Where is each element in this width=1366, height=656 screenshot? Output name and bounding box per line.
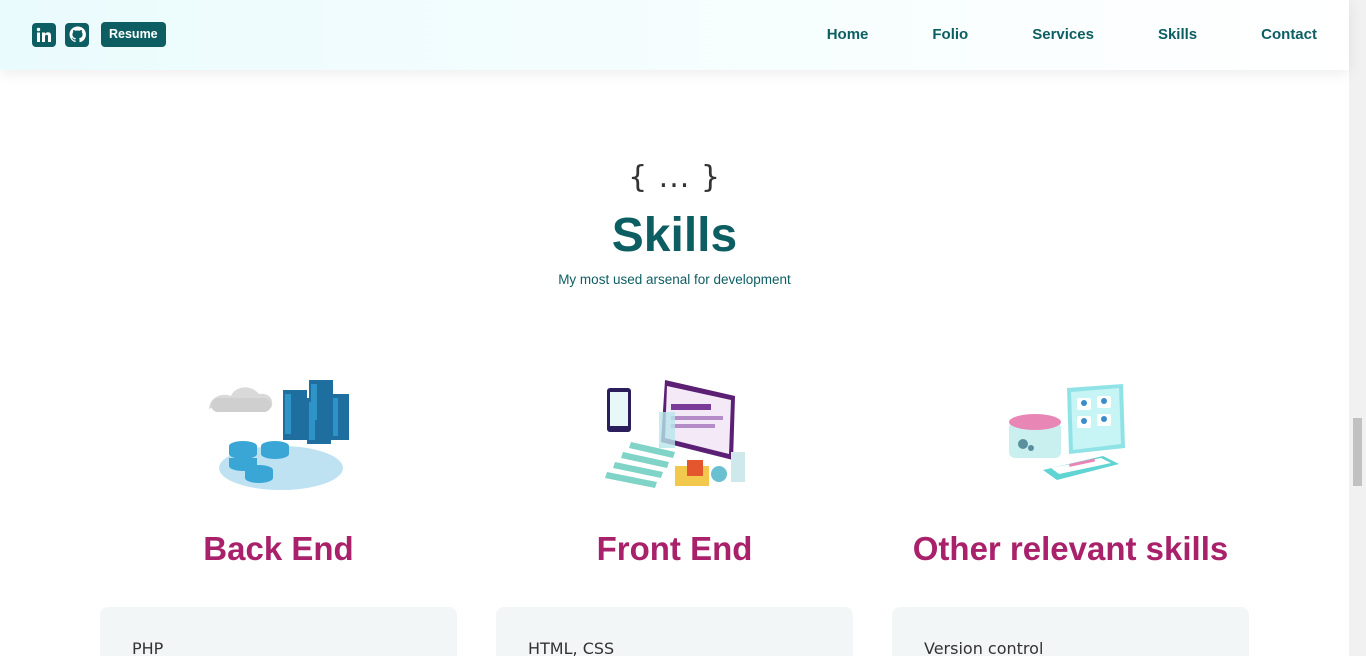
devices-illustration (1008, 384, 1125, 480)
skill-item: PHP (132, 639, 164, 656)
server-cloud-illustration (208, 380, 349, 490)
skill-item: HTML, CSS (528, 639, 615, 656)
nav-services[interactable]: Services (1032, 26, 1094, 43)
skill-column-backend: Back End PHP (100, 370, 457, 656)
nav-folio[interactable]: Folio (932, 26, 968, 43)
nav-contact[interactable]: Contact (1261, 26, 1317, 43)
main-nav: Home Folio Services Skills Contact (827, 26, 1317, 43)
social-links: Resume (32, 22, 166, 47)
column-title: Front End (596, 530, 753, 567)
nav-skills[interactable]: Skills (1158, 26, 1197, 43)
site-header: Resume Home Folio Services Skills Contac… (0, 0, 1349, 70)
column-title: Other relevant skills (912, 530, 1229, 567)
scrollbar-thumb[interactable] (1353, 418, 1362, 486)
github-icon[interactable] (65, 22, 89, 47)
braces-icon: { ... } (628, 160, 721, 195)
skill-card: PHP (100, 607, 457, 656)
skill-column-other: Other relevant skills Version control (892, 370, 1249, 656)
skill-column-frontend: Front End HTML, CSS (496, 370, 853, 656)
skill-card: HTML, CSS (496, 607, 853, 656)
skill-card: Version control (892, 607, 1249, 656)
section-title: Skills (611, 209, 738, 262)
page-scrollbar[interactable] (1349, 0, 1366, 656)
resume-button[interactable]: Resume (101, 22, 166, 47)
section-subtitle: My most used arsenal for development (558, 272, 791, 287)
linkedin-icon[interactable] (32, 22, 56, 47)
nav-home[interactable]: Home (827, 26, 869, 43)
skill-item: Version control (924, 639, 1044, 656)
column-title: Back End (203, 530, 354, 567)
web-design-illustration (604, 380, 745, 488)
